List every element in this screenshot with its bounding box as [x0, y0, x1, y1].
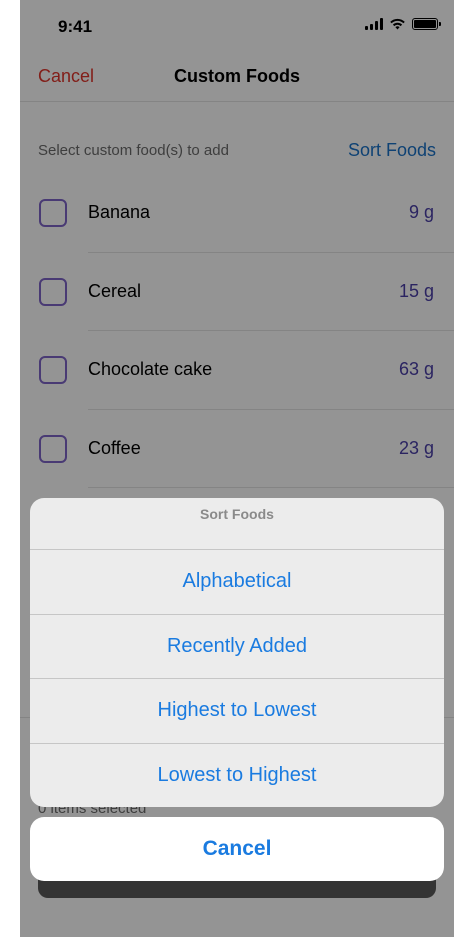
phone-screen: 9:41 Cancel Custom Foods Select custom f…: [20, 0, 454, 937]
sort-option-lowest-to-highest[interactable]: Lowest to Highest: [30, 744, 444, 808]
sort-option-highest-to-lowest[interactable]: Highest to Lowest: [30, 679, 444, 744]
sort-option-alphabetical[interactable]: Alphabetical: [30, 550, 444, 615]
action-sheet-title: Sort Foods: [30, 498, 444, 550]
sort-option-recently-added[interactable]: Recently Added: [30, 615, 444, 679]
action-sheet: Sort Foods Alphabetical Recently Added H…: [30, 498, 444, 807]
action-sheet-cancel-button[interactable]: Cancel: [30, 817, 444, 881]
